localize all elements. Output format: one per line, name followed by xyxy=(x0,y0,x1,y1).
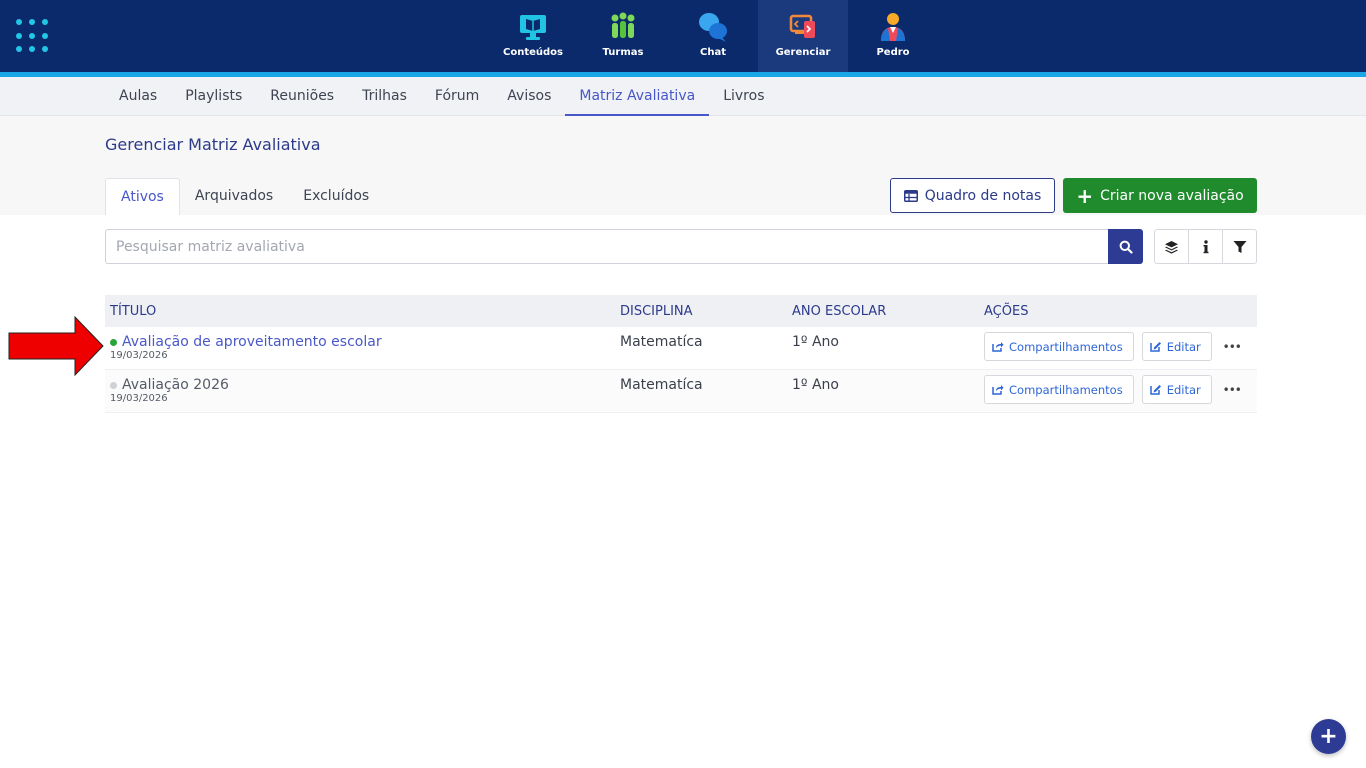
header-disciplina: DISCIPLINA xyxy=(620,303,693,319)
compartilhamentos-button[interactable]: Compartilhamentos xyxy=(984,332,1134,361)
tab-ativos[interactable]: Ativos xyxy=(105,178,180,215)
compartilhamentos-label: Compartilhamentos xyxy=(1009,382,1123,397)
red-arrow-annotation-icon xyxy=(8,316,104,376)
subnav-forum[interactable]: Fórum xyxy=(421,77,493,116)
row-disciplina: Matematíca xyxy=(620,377,703,393)
editar-button[interactable]: Editar xyxy=(1141,375,1212,404)
editar-label: Editar xyxy=(1166,382,1201,397)
table-row: Avaliação 2026 19/03/2026 Matematíca 1º … xyxy=(105,370,1257,413)
manage-devices-icon xyxy=(789,14,815,38)
subnav-playlists[interactable]: Playlists xyxy=(171,77,256,116)
people-group-icon xyxy=(611,12,635,38)
info-icon xyxy=(1203,239,1208,253)
row-disciplina: Matematíca xyxy=(620,334,703,350)
search-input[interactable] xyxy=(105,229,1108,264)
matriz-table: TÍTULO DISCIPLINA ANO ESCOLAR AÇÕES Aval… xyxy=(105,295,1257,413)
more-options-icon[interactable]: ••• xyxy=(1220,375,1244,404)
filter-button[interactable] xyxy=(1223,230,1256,263)
nav-label: Gerenciar xyxy=(775,47,831,58)
criar-nova-avaliacao-label: Criar nova avaliação xyxy=(1100,187,1244,204)
tab-arquivados[interactable]: Arquivados xyxy=(180,178,288,215)
search-icon xyxy=(1119,240,1133,254)
editar-button[interactable]: Editar xyxy=(1141,332,1212,361)
criar-nova-avaliacao-button[interactable]: + Criar nova avaliação xyxy=(1063,178,1257,213)
nav-conteudos[interactable]: Conteúdos xyxy=(488,0,578,72)
plus-icon: + xyxy=(1076,183,1094,208)
table-row: Avaliação de aproveitamento escolar 19/0… xyxy=(105,327,1257,370)
row-title-cell: Avaliação 2026 19/03/2026 xyxy=(105,370,620,404)
status-dot-active xyxy=(110,338,117,346)
editar-label: Editar xyxy=(1166,339,1201,354)
subnav-livros[interactable]: Livros xyxy=(709,77,778,116)
compartilhamentos-label: Compartilhamentos xyxy=(1009,339,1123,354)
row-ano-escolar: 1º Ano xyxy=(792,377,839,393)
nav-turmas[interactable]: Turmas xyxy=(578,0,668,72)
row-date: 19/03/2026 xyxy=(110,350,168,361)
tab-excluidos[interactable]: Excluídos xyxy=(288,178,384,215)
status-tabs: Ativos Arquivados Excluídos xyxy=(105,178,384,215)
nav-gerenciar[interactable]: Gerenciar xyxy=(758,0,848,72)
nav-label: Chat xyxy=(700,47,726,58)
monitor-book-icon xyxy=(520,15,546,40)
floating-add-button[interactable]: + xyxy=(1311,719,1346,754)
subnav-reunioes[interactable]: Reuniões xyxy=(256,77,348,116)
nav-label: Pedro xyxy=(876,47,910,58)
header-titulo: TÍTULO xyxy=(110,303,157,319)
main-nav: Conteúdos Turmas Chat Gerenciar Pedro xyxy=(488,0,938,72)
subnav-matriz-avaliativa[interactable]: Matriz Avaliativa xyxy=(565,77,710,116)
quadro-de-notas-button[interactable]: Quadro de notas xyxy=(890,178,1055,213)
apps-grid-icon[interactable] xyxy=(16,19,50,53)
toolbar-icons xyxy=(1154,229,1257,264)
info-button[interactable] xyxy=(1189,230,1223,263)
more-options-icon[interactable]: ••• xyxy=(1220,332,1244,361)
quadro-de-notas-label: Quadro de notas xyxy=(924,187,1042,204)
subnav-trilhas[interactable]: Trilhas xyxy=(348,77,421,116)
header-acoes: AÇÕES xyxy=(984,303,1029,319)
table-grid-icon xyxy=(903,189,918,202)
nav-pedro[interactable]: Pedro xyxy=(848,0,938,72)
row-title-link[interactable]: Avaliação de aproveitamento escolar xyxy=(122,334,382,350)
status-dot-inactive xyxy=(110,381,117,389)
share-icon xyxy=(992,342,1004,352)
search-button[interactable] xyxy=(1108,229,1143,264)
row-ano-escolar: 1º Ano xyxy=(792,334,839,350)
edit-icon xyxy=(1149,342,1161,352)
edit-icon xyxy=(1149,385,1161,395)
share-icon xyxy=(992,385,1004,395)
row-title-link[interactable]: Avaliação 2026 xyxy=(122,377,229,393)
row-date: 19/03/2026 xyxy=(110,393,168,404)
layers-button[interactable] xyxy=(1155,230,1189,263)
search-bar xyxy=(105,229,1143,264)
subnav-avisos[interactable]: Avisos xyxy=(493,77,565,116)
user-avatar-icon xyxy=(881,13,905,41)
filter-icon xyxy=(1233,240,1246,253)
compartilhamentos-button[interactable]: Compartilhamentos xyxy=(984,375,1134,404)
nav-label: Turmas xyxy=(602,47,644,58)
header-ano-escolar: ANO ESCOLAR xyxy=(792,303,887,319)
nav-label: Conteúdos xyxy=(503,47,563,58)
row-actions: Compartilhamentos Editar ••• xyxy=(984,327,1257,361)
top-navigation-bar: Conteúdos Turmas Chat Gerenciar Pedro xyxy=(0,0,1366,72)
sub-navigation: Aulas Playlists Reuniões Trilhas Fórum A… xyxy=(0,77,1366,116)
layers-icon xyxy=(1165,240,1178,254)
table-header: TÍTULO DISCIPLINA ANO ESCOLAR AÇÕES xyxy=(105,295,1257,327)
page-title: Gerenciar Matriz Avaliativa xyxy=(105,135,321,154)
chat-bubbles-icon xyxy=(699,13,727,42)
subnav-aulas[interactable]: Aulas xyxy=(105,77,171,116)
row-title-cell: Avaliação de aproveitamento escolar 19/0… xyxy=(105,327,620,361)
nav-chat[interactable]: Chat xyxy=(668,0,758,72)
row-actions: Compartilhamentos Editar ••• xyxy=(984,370,1257,404)
